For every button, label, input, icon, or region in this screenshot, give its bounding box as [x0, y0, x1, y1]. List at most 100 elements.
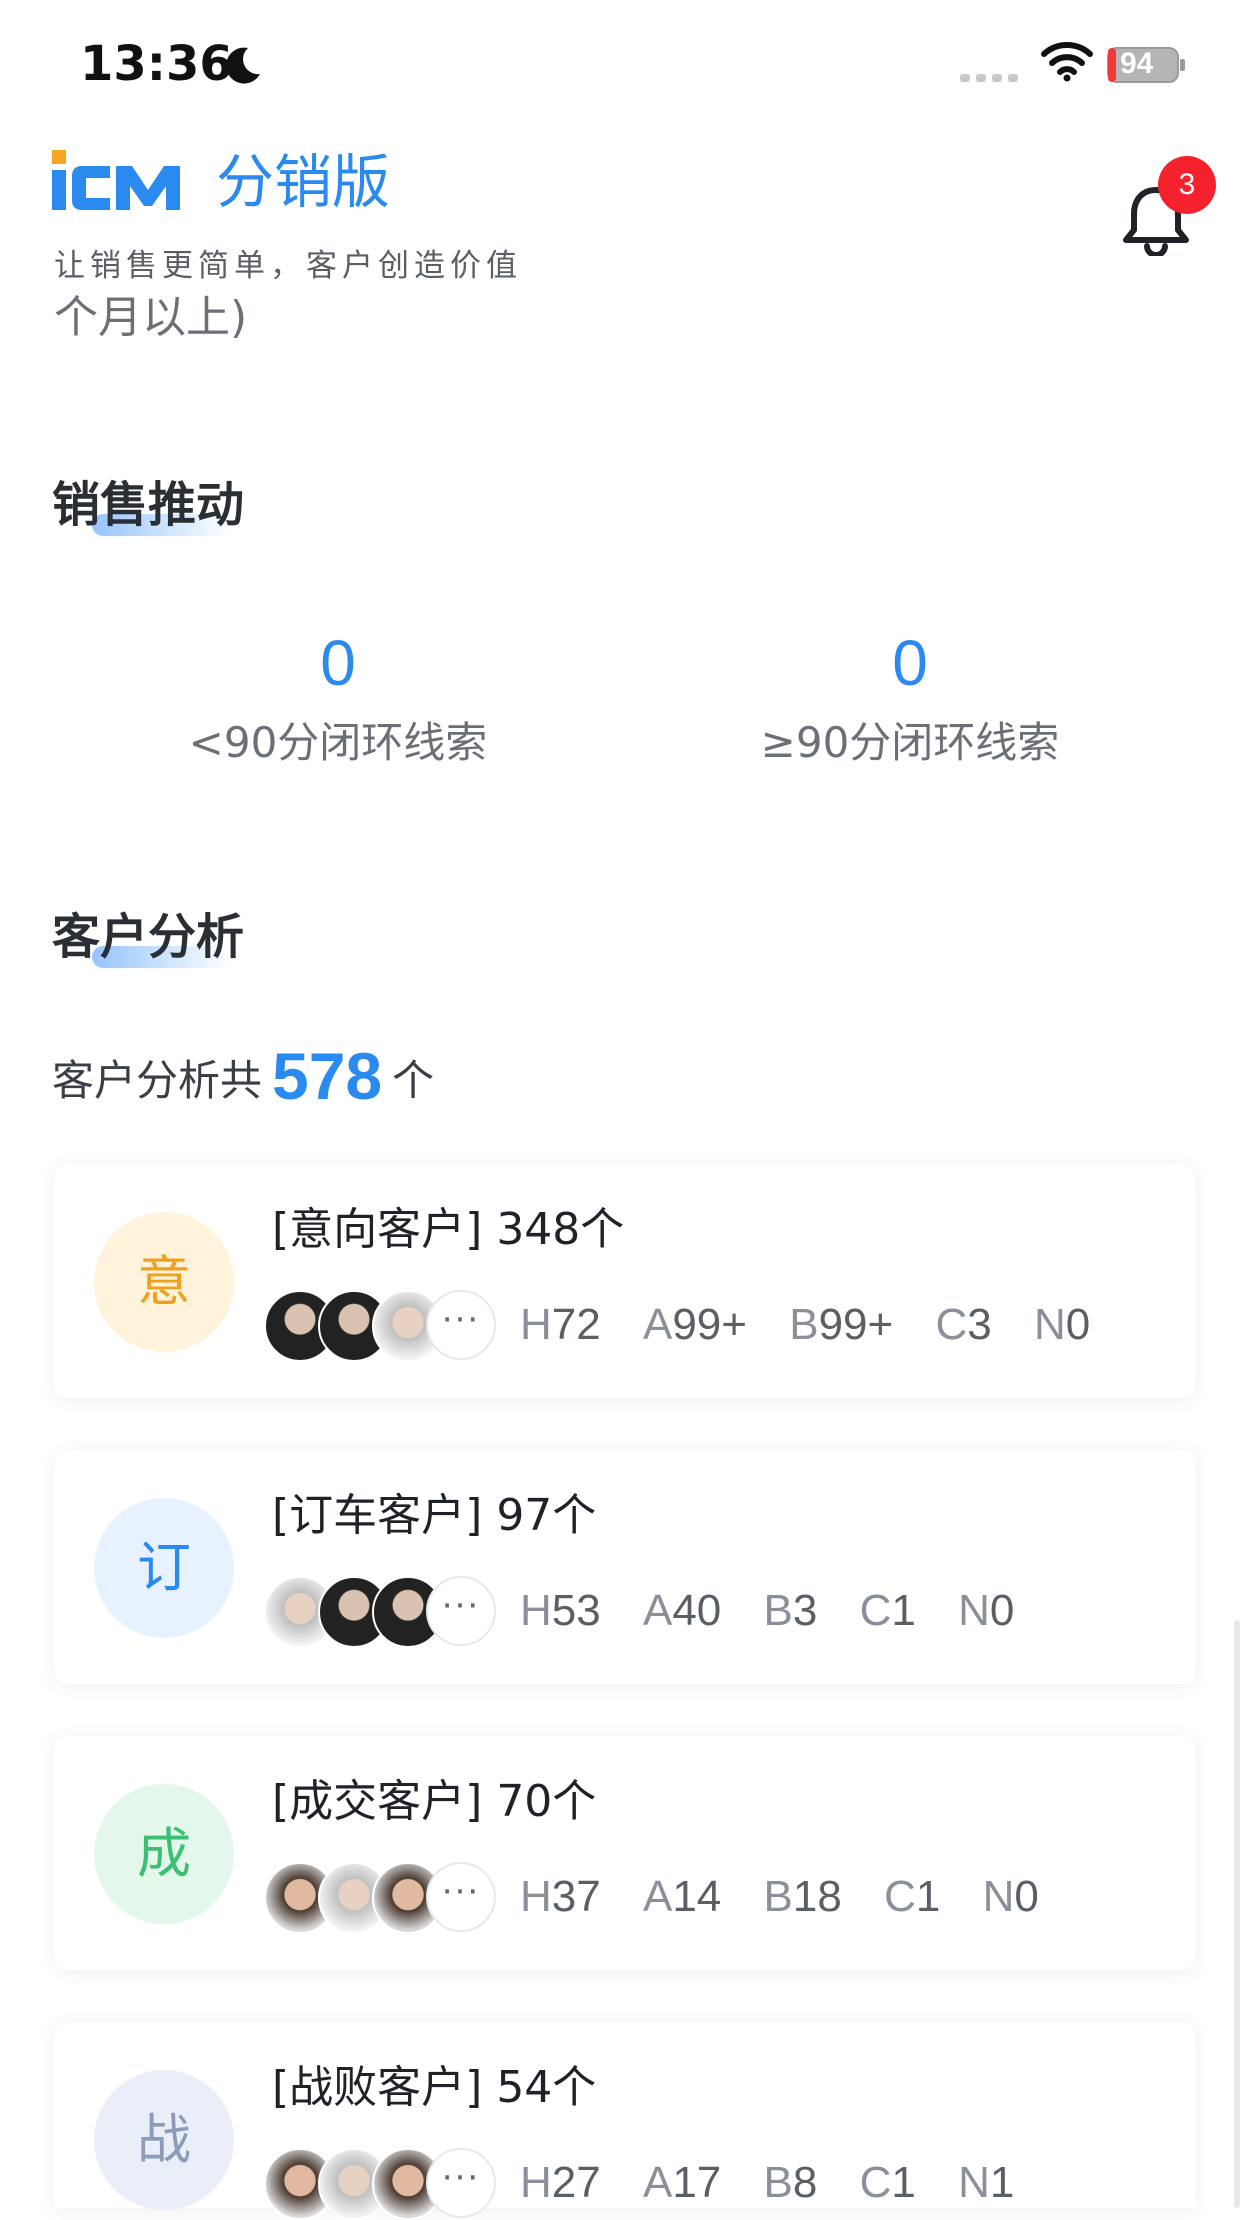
grade-key: N	[958, 2158, 990, 2207]
grade-key: H	[520, 2158, 552, 2207]
moon-icon	[226, 47, 260, 84]
more-avatars-button[interactable]: ···	[426, 1576, 496, 1646]
more-avatars-button[interactable]: ···	[426, 1862, 496, 1932]
stat-over-90[interactable]: 0 ≥90分闭环线索	[660, 624, 1160, 770]
grade-n: N0	[958, 1576, 1014, 1646]
card-title: [订车客户] 97个	[272, 1490, 597, 1541]
avatar-group: ···	[264, 1290, 504, 1362]
icm-logo	[52, 150, 180, 210]
grade-key: A	[642, 1586, 673, 1635]
clipped-text: 个月以上)	[54, 292, 248, 343]
customer-total-count: 578	[272, 1039, 383, 1113]
grade-value: 8	[792, 2158, 818, 2207]
battery-level: 94	[1120, 47, 1154, 80]
stat-value: 0	[320, 627, 356, 699]
stat-label: ≥90分闭环线索	[760, 718, 1060, 767]
section-title-text: 销售推动	[52, 477, 245, 533]
status-time: 13:36	[80, 36, 233, 92]
grade-c: C1	[884, 1862, 940, 1932]
grade-value: 27	[551, 2158, 601, 2207]
grade-key: B	[763, 1586, 793, 1635]
grade-summary: H53 A40 B3 C1 N0	[520, 1576, 1044, 1646]
grade-c: C1	[860, 1576, 916, 1646]
grade-key: N	[958, 1586, 990, 1635]
grade-value: 1	[989, 2158, 1015, 2207]
app-edition-label: 分销版	[216, 148, 391, 216]
grade-h: H53	[520, 1576, 601, 1646]
grade-value: 0	[1014, 1872, 1039, 1921]
lost-icon: 战	[94, 2070, 234, 2210]
grade-value: 72	[551, 1300, 601, 1349]
card-title: [战败客户] 54个	[272, 2062, 597, 2113]
customer-card-intent[interactable]: 意 [意向客户] 348个 ··· H72 A99+ B99+ C3 N0	[54, 1164, 1196, 1398]
grade-key: A	[642, 2158, 673, 2207]
card-title: [成交客户] 70个	[272, 1776, 597, 1827]
grade-a: A14	[643, 1862, 721, 1932]
grade-value: 0	[1065, 1300, 1091, 1349]
grade-key: H	[520, 1872, 552, 1921]
grade-value: 1	[915, 1872, 941, 1921]
card-title: [意向客户] 348个	[272, 1204, 625, 1255]
grade-value: 18	[792, 1872, 842, 1921]
scrollbar[interactable]	[1234, 1620, 1240, 2208]
grade-value: 3	[967, 1300, 992, 1349]
customer-card-lost[interactable]: 战 [战败客户] 54个 ··· H27 A17 B8 C1 N1	[54, 2022, 1196, 2220]
grade-h: H72	[520, 1290, 601, 1360]
section-title-text: 客户分析	[52, 909, 245, 965]
avatar-group: ···	[264, 1862, 504, 1934]
order-icon: 订	[94, 1498, 234, 1638]
grade-a: A99+	[643, 1290, 747, 1360]
customer-total-summary: 客户分析共 578 个	[52, 1040, 434, 1117]
grade-value: 0	[989, 1586, 1015, 1635]
stat-value: 0	[892, 627, 928, 699]
summary-suffix: 个	[392, 1056, 435, 1105]
grade-key: B	[763, 2158, 793, 2207]
grade-value: 37	[551, 1872, 601, 1921]
grade-value: 17	[672, 2158, 722, 2207]
grade-value: 3	[792, 1586, 818, 1635]
grade-value: 1	[891, 2158, 916, 2207]
summary-prefix: 客户分析共	[52, 1056, 263, 1105]
grade-b: B3	[764, 1576, 818, 1646]
grade-key: N	[1033, 1300, 1066, 1349]
grade-key: A	[642, 1300, 673, 1349]
grade-summary: H72 A99+ B99+ C3 N0	[520, 1290, 1120, 1360]
grade-b: B99+	[789, 1290, 893, 1360]
grade-key: A	[642, 1872, 673, 1921]
grade-key: C	[884, 1872, 916, 1921]
grade-key: H	[520, 1300, 552, 1349]
stat-under-90[interactable]: 0 <90分闭环线索	[88, 624, 588, 770]
grade-value: 40	[672, 1586, 722, 1635]
grade-key: C	[859, 1586, 892, 1635]
grade-summary: H37 A14 B18 C1 N0	[520, 1862, 1069, 1932]
cellular-signal-icon	[960, 74, 1018, 82]
avatar-group: ···	[264, 1576, 504, 1648]
grade-value: 53	[551, 1586, 601, 1635]
deal-icon: 成	[94, 1784, 234, 1924]
grade-h: H37	[520, 1862, 601, 1932]
customer-card-order[interactable]: 订 [订车客户] 97个 ··· H53 A40 B3 C1 N0	[54, 1450, 1196, 1684]
grade-n: N0	[1034, 1290, 1090, 1360]
grade-key: N	[982, 1872, 1015, 1921]
section-title-customer-analysis: 客户分析	[52, 906, 244, 968]
notification-badge: 3	[1158, 156, 1216, 214]
intent-icon: 意	[94, 1212, 234, 1352]
grade-key: C	[859, 2158, 892, 2207]
slogan: 让销售更简单，客户创造价值	[54, 248, 522, 284]
battery-indicator: 94	[1106, 44, 1188, 86]
wifi-icon	[1041, 42, 1093, 82]
grade-n: N0	[983, 1862, 1039, 1932]
stat-label: <90分闭环线索	[188, 718, 488, 767]
grade-b: B18	[764, 1862, 842, 1932]
grade-key: B	[763, 1872, 793, 1921]
grade-a: A40	[643, 1576, 721, 1646]
customer-card-deal[interactable]: 成 [成交客户] 70个 ··· H37 A14 B18 C1 N0	[54, 1736, 1196, 1970]
grade-c: C3	[935, 1290, 991, 1360]
grade-key: C	[935, 1300, 968, 1349]
section-title-sales-push: 销售推动	[52, 474, 244, 536]
grade-value: 99+	[818, 1300, 894, 1349]
grade-value: 99+	[672, 1300, 747, 1349]
grade-key: H	[520, 1586, 552, 1635]
grade-value: 1	[891, 1586, 916, 1635]
more-avatars-button[interactable]: ···	[426, 1290, 496, 1360]
